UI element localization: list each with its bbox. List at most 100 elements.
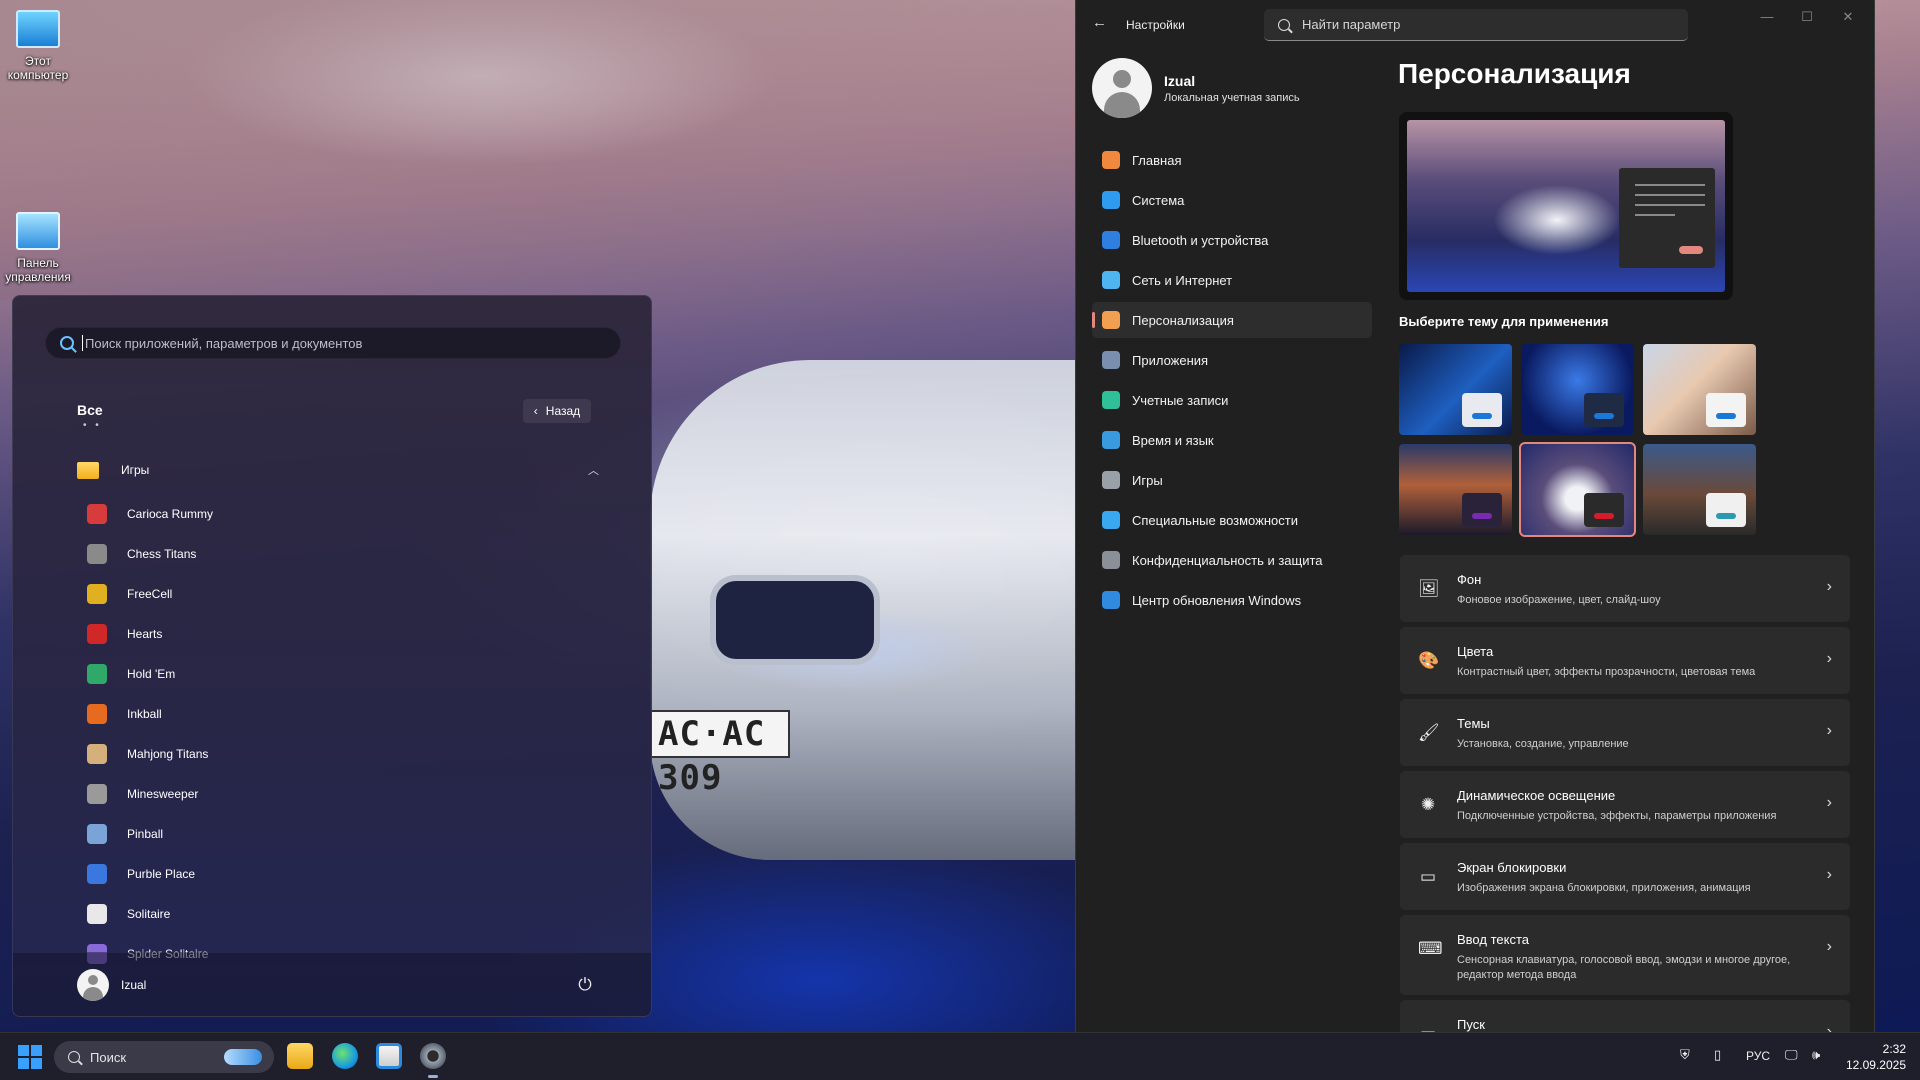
start-search-input[interactable]: Поиск приложений, параметров и документо… — [45, 327, 621, 359]
profile-account-type: Локальная учетная запись — [1164, 92, 1300, 104]
nav-item[interactable]: Игры — [1092, 462, 1372, 498]
nav-item[interactable]: Конфиденциальность и защита — [1092, 542, 1372, 578]
desktop-icon-control-panel[interactable]: Панель управления — [0, 212, 76, 284]
app-label: Minesweeper — [127, 787, 199, 801]
theme-preview-image — [1407, 120, 1725, 292]
list-item[interactable]: Minesweeper — [87, 774, 607, 814]
nav-item[interactable]: Учетные записи — [1092, 382, 1372, 418]
folder-icon — [77, 461, 99, 479]
list-item[interactable]: Mahjong Titans — [87, 734, 607, 774]
list-item[interactable]: Chess Titans — [87, 534, 607, 574]
clock[interactable]: 2:32 12.09.2025 — [1840, 1041, 1906, 1073]
nav-item-label: Сеть и Интернет — [1132, 272, 1233, 288]
security-shield-icon[interactable]: ⛨ — [1680, 1047, 1690, 1063]
usb-device-icon[interactable]: ▯ — [1714, 1047, 1721, 1063]
card-subtitle: Фоновое изображение, цвет, слайд-шоу — [1457, 594, 1661, 606]
nav-item[interactable]: Время и язык — [1092, 422, 1372, 458]
theme-chip — [1706, 393, 1746, 427]
wallpaper-overpass — [0, 0, 1075, 300]
store-icon[interactable] — [376, 1043, 402, 1069]
list-item[interactable]: Purble Place — [87, 854, 607, 894]
chevron-right-icon: › — [1826, 578, 1832, 595]
nav-item[interactable]: Центр обновления Windows — [1092, 582, 1372, 618]
search-icon — [68, 1051, 80, 1063]
list-item[interactable]: FreeCell — [87, 574, 607, 614]
file-explorer-icon[interactable] — [287, 1043, 313, 1069]
nav-item[interactable]: Главная — [1092, 142, 1372, 178]
chevron-right-icon: › — [1826, 866, 1832, 883]
edge-icon[interactable] — [332, 1043, 358, 1069]
app-icon — [87, 504, 107, 524]
nav-item[interactable]: Приложения — [1092, 342, 1372, 378]
control-panel-icon — [16, 212, 60, 250]
nav-item[interactable]: Персонализация — [1092, 302, 1372, 338]
list-item[interactable]: Solitaire — [87, 894, 607, 934]
list-item[interactable]: Hold 'Em — [87, 654, 607, 694]
theme-chip — [1584, 493, 1624, 527]
nav-item[interactable]: Система — [1092, 182, 1372, 218]
settings-gear-icon[interactable] — [420, 1043, 446, 1069]
settings-search-input[interactable]: Найти параметр — [1264, 9, 1688, 41]
chevron-right-icon: › — [1826, 794, 1832, 811]
volume-icon[interactable]: 🕪 — [1812, 1047, 1820, 1063]
app-label: FreeCell — [127, 587, 173, 601]
list-item[interactable]: Pinball — [87, 814, 607, 854]
windows-light-theme[interactable] — [1399, 344, 1512, 435]
games-folder[interactable]: Игры ︿ — [77, 456, 607, 484]
settings-card[interactable]: ✺ Динамическое освещение Подключенные устр… — [1400, 771, 1850, 838]
windows-dark-theme[interactable] — [1521, 344, 1634, 435]
coast-theme[interactable] — [1643, 444, 1756, 535]
app-icon — [87, 584, 107, 604]
back-arrow-icon[interactable]: ← — [1092, 14, 1107, 31]
chevron-up-icon: ︿ — [588, 465, 599, 477]
app-icon — [87, 744, 107, 764]
nav-item-label: Bluetooth и устройства — [1132, 232, 1269, 248]
settings-card[interactable]: ▭ Экран блокировки Изображения экрана блок… — [1400, 843, 1850, 910]
update-icon — [1102, 591, 1120, 609]
list-item[interactable]: Inkball — [87, 694, 607, 734]
running-indicator — [428, 1075, 438, 1078]
user-name[interactable]: Izual — [121, 978, 146, 992]
minimize-button[interactable]: — — [1752, 6, 1782, 28]
nav-item[interactable]: Bluetooth и устройства — [1092, 222, 1372, 258]
app-icon — [87, 544, 107, 564]
search-icon — [60, 336, 74, 350]
sunset-theme[interactable] — [1399, 444, 1512, 535]
settings-card[interactable]: 🖼 Фон Фоновое изображение, цвет, слайд-шоу… — [1400, 555, 1850, 622]
glow-theme[interactable] — [1643, 344, 1756, 435]
nav-item[interactable]: Сеть и Интернет — [1092, 262, 1372, 298]
app-label: Carioca Rummy — [127, 507, 214, 521]
settings-card[interactable]: 🎨 Цвета Контрастный цвет, эффекты прозрачн… — [1400, 627, 1850, 694]
start-button[interactable] — [18, 1045, 42, 1069]
settings-card[interactable]: 🖌 Темы Установка, создание, управление › — [1400, 699, 1850, 766]
app-label: Chess Titans — [127, 547, 197, 561]
list-item[interactable]: Hearts — [87, 614, 607, 654]
nav-item[interactable]: Специальные возможности — [1092, 502, 1372, 538]
app-icon — [87, 784, 107, 804]
nav-item-label: Игры — [1132, 472, 1163, 488]
taskbar-search[interactable]: Поиск — [54, 1041, 274, 1073]
card-subtitle: Изображения экрана блокировки, приложени… — [1457, 882, 1751, 894]
back-button[interactable]: ‹ Назад — [523, 399, 591, 423]
wallpaper-car-grille — [710, 575, 880, 665]
desktop-icon-label: Этот компьютер — [7, 54, 69, 82]
settings-card[interactable]: ▭ Пуск › — [1400, 1000, 1850, 1032]
app-list: Carioca Rummy Chess Titans FreeCell Hearts H… — [87, 494, 607, 974]
language-indicator[interactable]: РУС — [1746, 1049, 1770, 1063]
theme-chip — [1706, 493, 1746, 527]
nav-item-label: Специальные возможности — [1132, 512, 1298, 528]
app-label: Hearts — [127, 627, 163, 641]
brush-icon: 🖌 — [1418, 723, 1440, 742]
close-button[interactable]: ✕ — [1833, 6, 1863, 28]
profile-avatar[interactable] — [1092, 58, 1152, 118]
avatar[interactable] — [77, 969, 109, 1001]
desktop-icon-this-pc[interactable]: Этот компьютер — [0, 10, 76, 82]
car-theme[interactable] — [1519, 442, 1636, 537]
list-item[interactable]: Carioca Rummy — [87, 494, 607, 534]
power-button[interactable]: ⏻ — [573, 973, 597, 997]
network-icon[interactable]: 🖵 — [1785, 1047, 1798, 1063]
settings-card[interactable]: ⌨ Ввод текста Сенсорная клавиатура, голосо… — [1400, 915, 1850, 995]
chevron-left-icon: ‹ — [533, 404, 538, 418]
maximize-button[interactable]: ☐ — [1792, 6, 1822, 28]
app-label: Purble Place — [127, 867, 196, 881]
